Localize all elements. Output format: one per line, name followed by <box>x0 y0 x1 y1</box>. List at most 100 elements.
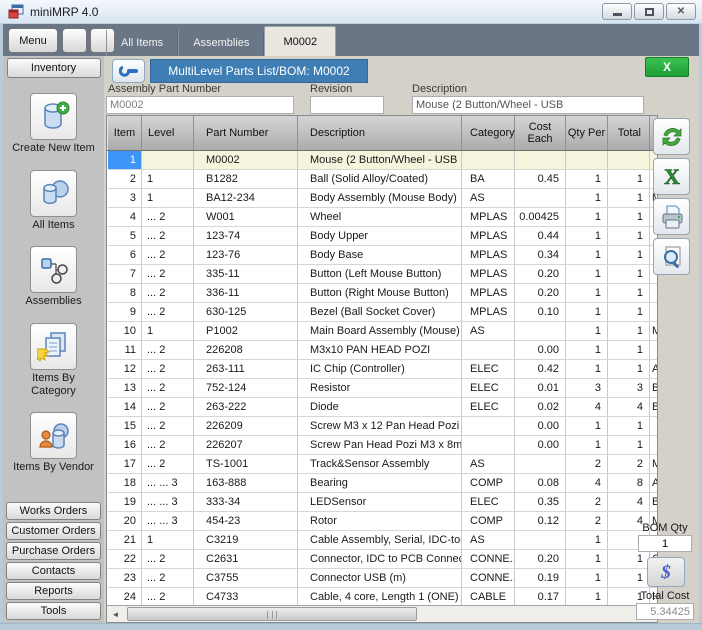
total-cost-input[interactable]: 5.34425 <box>636 603 694 620</box>
col-header-total[interactable]: Total <box>608 116 650 150</box>
cell[interactable] <box>462 150 515 169</box>
cell[interactable] <box>650 340 658 359</box>
cell[interactable]: 263-111 <box>194 359 298 378</box>
cell[interactable]: 0.34 <box>515 245 566 264</box>
cell[interactable]: Track&Sensor Assembly <box>298 454 462 473</box>
cell[interactable]: CONNE... <box>462 568 515 587</box>
cell[interactable]: 1 <box>566 226 608 245</box>
cell[interactable]: 1 <box>566 283 608 302</box>
cell[interactable]: ... 2 <box>142 226 194 245</box>
cell[interactable]: 21 <box>108 530 142 549</box>
table-row[interactable]: 6... 2123-76Body BaseMPLAS0.3411 <box>108 245 658 264</box>
cell[interactable]: 1 <box>608 302 650 321</box>
cell[interactable]: Connector, IDC to PCB Connector <box>298 549 462 568</box>
cell[interactable]: MPLAS <box>462 207 515 226</box>
maximize-button[interactable] <box>634 3 664 20</box>
cell[interactable]: Button (Right Mouse Button) <box>298 283 462 302</box>
cell[interactable]: M <box>650 321 658 340</box>
cell[interactable] <box>462 340 515 359</box>
cell[interactable]: 3 <box>608 378 650 397</box>
table-row[interactable]: 22... 2C2631Connector, IDC to PCB Connec… <box>108 549 658 568</box>
assemblies-button[interactable] <box>30 246 77 293</box>
cell[interactable]: Wheel <box>298 207 462 226</box>
col-header-category[interactable]: Category <box>462 116 515 150</box>
cell[interactable] <box>650 302 658 321</box>
cell[interactable]: 123-76 <box>194 245 298 264</box>
cell[interactable]: Screw Pan Head Pozi M3 x 8mm <box>298 435 462 454</box>
cell[interactable]: B <box>650 397 658 416</box>
cell[interactable]: 1 <box>566 530 608 549</box>
items-by-category-button[interactable] <box>30 323 77 370</box>
cell[interactable] <box>515 454 566 473</box>
cell[interactable] <box>650 283 658 302</box>
cell[interactable]: M0002 <box>194 150 298 169</box>
cell[interactable]: 630-125 <box>194 302 298 321</box>
cell[interactable]: 335-11 <box>194 264 298 283</box>
cell[interactable]: 1 <box>608 568 650 587</box>
cell[interactable]: 226207 <box>194 435 298 454</box>
col-header-item[interactable]: Item <box>108 116 142 150</box>
cell[interactable]: P1002 <box>194 321 298 340</box>
cell[interactable]: 18 <box>108 473 142 492</box>
cell[interactable]: 0.08 <box>515 473 566 492</box>
cell[interactable] <box>462 416 515 435</box>
col-header-description[interactable]: Description <box>298 116 462 150</box>
cell[interactable]: ... 2 <box>142 435 194 454</box>
cell[interactable]: 0.45 <box>515 169 566 188</box>
cell[interactable]: 13 <box>108 378 142 397</box>
table-row[interactable]: 1M0002Mouse (2 Button/Wheel - USB <box>108 150 658 169</box>
cell[interactable]: ELEC <box>462 378 515 397</box>
cell[interactable]: 22 <box>108 549 142 568</box>
cell[interactable]: B <box>650 492 658 511</box>
cell[interactable]: 0.00425 <box>515 207 566 226</box>
cell[interactable]: 0.10 <box>515 302 566 321</box>
reports-button[interactable]: Reports <box>6 582 101 600</box>
col-header-qty-per[interactable]: Qty Per <box>566 116 608 150</box>
tab-m0002[interactable]: M0002 <box>264 26 336 56</box>
cell[interactable] <box>515 321 566 340</box>
cell[interactable]: 1 <box>566 340 608 359</box>
cell[interactable]: 1 <box>566 568 608 587</box>
cell[interactable]: 1 <box>566 321 608 340</box>
cell[interactable]: 16 <box>108 435 142 454</box>
customer-orders-button[interactable]: Customer Orders <box>6 522 101 540</box>
settings-button[interactable] <box>112 59 145 83</box>
cell[interactable]: 163-888 <box>194 473 298 492</box>
cell[interactable] <box>515 530 566 549</box>
cell[interactable]: 0.02 <box>515 397 566 416</box>
cell[interactable]: 0.00 <box>515 416 566 435</box>
scrollbar-thumb[interactable] <box>127 607 417 621</box>
cell[interactable]: 4 <box>566 473 608 492</box>
close-button[interactable]: ✕ <box>666 3 696 20</box>
cell[interactable]: 7 <box>108 264 142 283</box>
cell[interactable]: 5 <box>108 226 142 245</box>
cell[interactable]: Mouse (2 Button/Wheel - USB <box>298 150 462 169</box>
table-row[interactable]: 21B1282Ball (Solid Alloy/Coated)BA0.4511 <box>108 169 658 188</box>
cell[interactable]: 1 <box>566 207 608 226</box>
cell[interactable]: 9 <box>108 302 142 321</box>
cell[interactable] <box>650 435 658 454</box>
cell[interactable]: 11 <box>108 340 142 359</box>
cell[interactable]: 1 <box>608 226 650 245</box>
all-items-button[interactable] <box>30 170 77 217</box>
items-by-vendor-button[interactable] <box>30 412 77 459</box>
cell[interactable]: 1 <box>608 359 650 378</box>
cell[interactable]: 1 <box>608 207 650 226</box>
bom-qty-input[interactable]: 1 <box>638 535 692 552</box>
cell[interactable]: 0.01 <box>515 378 566 397</box>
cell[interactable]: ... 2 <box>142 245 194 264</box>
cell[interactable]: ... 2 <box>142 549 194 568</box>
toolbar-spare-button-1[interactable] <box>62 28 87 53</box>
cell[interactable]: 1 <box>608 321 650 340</box>
cell[interactable]: 0.19 <box>515 568 566 587</box>
cell[interactable]: 1 <box>566 416 608 435</box>
cell[interactable]: 752-124 <box>194 378 298 397</box>
cell[interactable]: Rotor <box>298 511 462 530</box>
cell[interactable]: M <box>650 454 658 473</box>
cell[interactable]: 1 <box>608 340 650 359</box>
cell[interactable]: ... ... 3 <box>142 511 194 530</box>
description-input[interactable]: Mouse (2 Button/Wheel - USB <box>412 96 644 114</box>
cell[interactable]: 0.00 <box>515 340 566 359</box>
cell[interactable]: C2631 <box>194 549 298 568</box>
cell[interactable]: CONNE... <box>462 549 515 568</box>
